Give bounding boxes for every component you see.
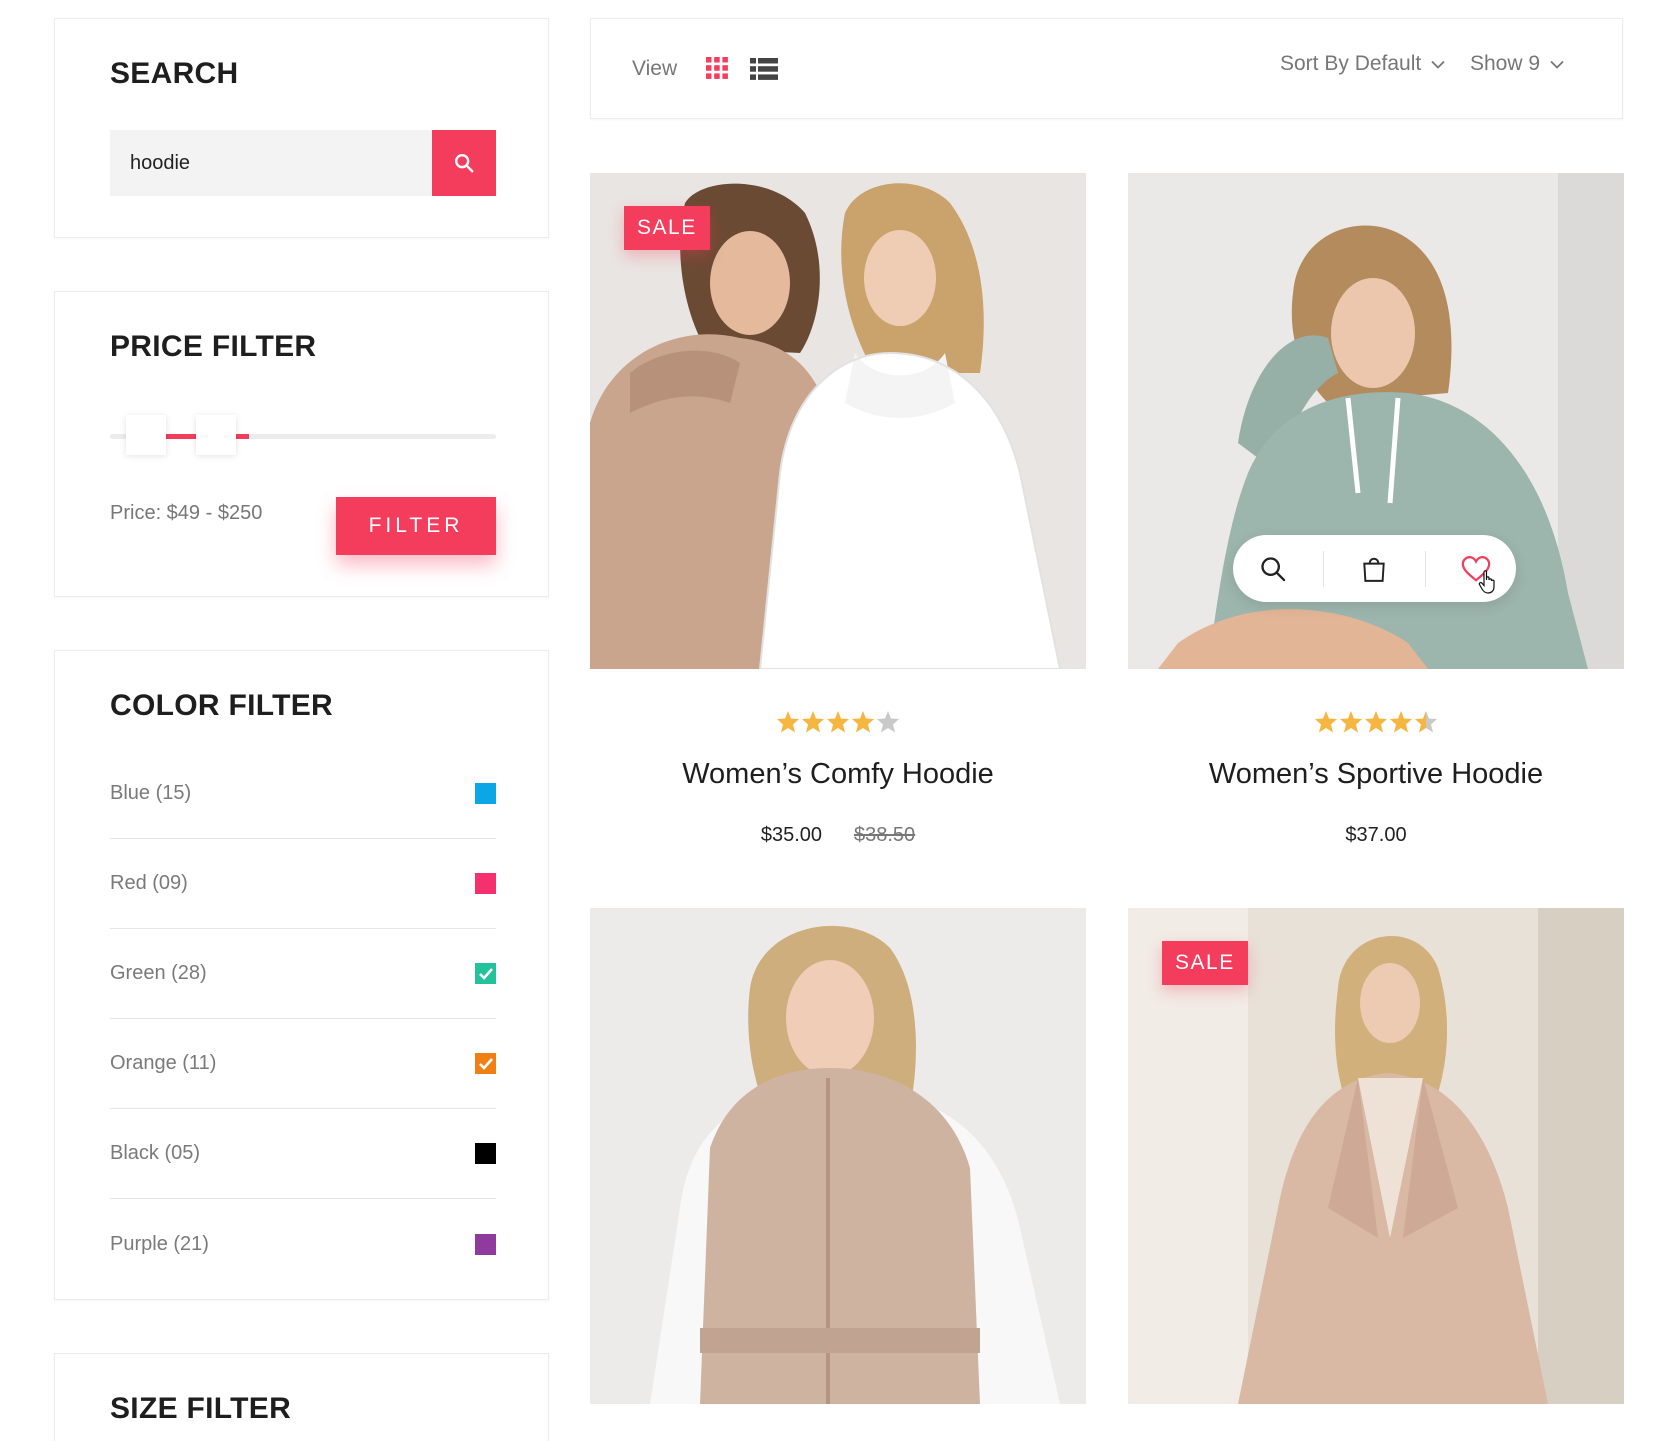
color-filter-label: Purple (21) [110, 1232, 209, 1255]
color-filter-item[interactable]: Black (05) [110, 1109, 496, 1199]
color-filter-item[interactable]: Green (28) [110, 929, 496, 1019]
price-range-text: Price: $49 - $250 [110, 502, 263, 524]
search-icon [455, 154, 474, 173]
add-to-cart-button[interactable] [1344, 539, 1404, 599]
star-icon [802, 711, 824, 733]
sort-dropdown-label: Sort By Default [1280, 52, 1422, 75]
divider [1323, 550, 1325, 587]
checkmark-icon [478, 1057, 493, 1070]
product-photo-woman-puffer-vest [590, 908, 1086, 1404]
search-title: SEARCH [110, 57, 239, 90]
filter-button[interactable]: FILTER [336, 497, 496, 555]
product-image[interactable]: SALE [1128, 908, 1624, 1404]
color-checkbox-checked[interactable] [475, 1053, 496, 1074]
color-filter-label: Black (05) [110, 1142, 201, 1164]
color-filter-label: Red (09) [110, 872, 188, 894]
grid-view-icon[interactable] [706, 57, 728, 79]
show-count-label: Show 9 [1470, 52, 1541, 75]
price-filter-panel: PRICE FILTER Price: $49 - $250 FILTER [54, 291, 549, 597]
price-slider-max-handle[interactable] [196, 415, 236, 455]
color-swatch[interactable] [475, 1143, 496, 1164]
product-price: $35.00 [760, 824, 822, 846]
star-icon [1365, 711, 1387, 733]
star-icon [877, 711, 899, 733]
color-checkbox-checked[interactable] [475, 963, 496, 984]
color-filter-label: Green (28) [110, 962, 207, 984]
color-swatch[interactable] [475, 873, 496, 894]
star-icon [827, 711, 849, 733]
star-icon [1340, 711, 1362, 733]
product-price: $37.00 [1345, 824, 1407, 846]
product-card: SALE [1128, 908, 1624, 1441]
star-icon [852, 711, 874, 733]
sale-badge: SALE [1162, 941, 1248, 985]
quick-view-button[interactable] [1243, 539, 1303, 599]
list-view-icon[interactable] [750, 58, 778, 80]
product-image[interactable] [590, 908, 1086, 1404]
rating-stars [1128, 710, 1624, 733]
color-filter-panel: COLOR FILTER Blue (15) Red (09) Green (28)… [54, 650, 549, 1300]
color-filter-item[interactable]: Orange (11) [110, 1019, 496, 1109]
color-filter-item[interactable]: Purple (21) [110, 1199, 496, 1289]
product-name[interactable]: Women’s Sportive Hoodie [1128, 758, 1624, 791]
shop-toolbar: View Sort By Default Show 9 [590, 18, 1623, 119]
product-image[interactable] [1128, 173, 1624, 669]
show-count-dropdown[interactable]: Show 9 [1470, 52, 1564, 76]
star-icon [1315, 711, 1337, 733]
color-filter-title: COLOR FILTER [110, 689, 334, 722]
hand-cursor-icon [1478, 569, 1495, 594]
view-label: View [632, 57, 678, 80]
star-icon [1390, 711, 1412, 733]
color-filter-item[interactable]: Red (09) [110, 839, 496, 929]
product-card: SALE Women’s Comfy Hoodie $35.00 $38.50 [590, 173, 1086, 853]
chevron-down-icon [1431, 60, 1445, 69]
color-swatch[interactable] [475, 1233, 496, 1255]
product-card [590, 908, 1086, 1441]
product-card: Women’s Sportive Hoodie $37.00 [1128, 173, 1624, 853]
product-image[interactable]: SALE [590, 173, 1086, 669]
sort-dropdown[interactable]: Sort By Default [1280, 52, 1445, 76]
sale-badge: SALE [624, 206, 710, 250]
rating-stars [590, 710, 1086, 733]
product-old-price: $38.50 [854, 824, 916, 846]
checkmark-icon [478, 967, 493, 980]
price-filter-title: PRICE FILTER [110, 330, 317, 363]
search-input[interactable] [110, 130, 432, 196]
color-swatch[interactable] [475, 783, 496, 804]
color-filter-label: Blue (15) [110, 782, 192, 804]
size-filter-panel: SIZE FILTER [54, 1353, 549, 1441]
star-icon [1415, 711, 1437, 733]
color-filter-list: Blue (15) Red (09) Green (28) Orange (11) Bl… [110, 749, 496, 1289]
add-to-wishlist-button[interactable] [1446, 539, 1506, 599]
color-filter-item[interactable]: Blue (15) [110, 749, 496, 839]
search-icon [1261, 556, 1286, 581]
color-filter-label: Orange (11) [110, 1052, 217, 1074]
shopping-bag-icon [1363, 557, 1386, 582]
chevron-down-icon [1550, 60, 1564, 69]
search-button[interactable] [432, 130, 496, 196]
divider [1424, 550, 1426, 587]
star-icon [777, 711, 799, 733]
product-name[interactable]: Women’s Comfy Hoodie [590, 758, 1086, 791]
price-slider-min-handle[interactable] [126, 415, 166, 455]
size-filter-title: SIZE FILTER [110, 1392, 292, 1425]
quick-actions-bar [1233, 535, 1516, 602]
search-panel: SEARCH [54, 18, 549, 238]
